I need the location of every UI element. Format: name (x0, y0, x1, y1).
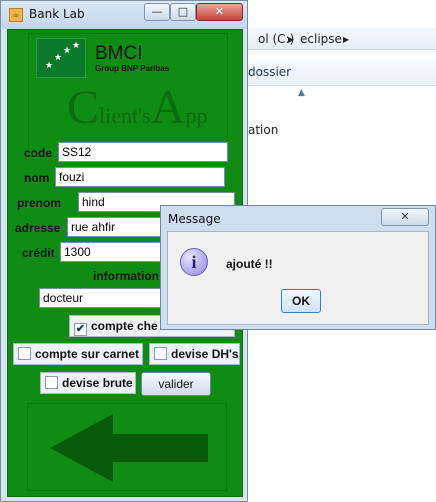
close-button[interactable]: ✕ (196, 3, 243, 21)
checkbox-checked-icon: ✔ (74, 323, 87, 336)
back-arrow-icon (50, 414, 208, 482)
checkbox-empty-icon (18, 347, 31, 360)
dialog-body: i ajouté !! OK (167, 231, 429, 325)
compte-carnet-checkbox[interactable]: compte sur carnet (13, 343, 143, 365)
code-field[interactable]: SS12 (58, 142, 228, 162)
code-label: code (24, 146, 53, 160)
app-title-watermark: Client'sApp (67, 81, 208, 134)
adresse-label: adresse (15, 221, 61, 235)
background-file-item[interactable]: ation (248, 123, 278, 137)
back-arrow-panel[interactable] (27, 403, 227, 491)
devise-brute-checkbox[interactable]: devise brute (40, 372, 136, 394)
devise-dh-label: devise DH's (171, 347, 239, 361)
info-icon: i (180, 248, 208, 276)
sort-chevron-icon[interactable]: ▲ (298, 88, 305, 98)
dialog-title: Message (168, 212, 221, 226)
bnp-stars-logo: ★ ★ ★ ★ (36, 38, 86, 78)
minimize-button[interactable]: — (144, 3, 170, 21)
dialog-close-button[interactable]: ✕ (381, 208, 429, 226)
background-address-bar[interactable]: ol (C:) ▸ eclipse ▸ (248, 28, 436, 50)
background-toolbar: dossier (248, 58, 436, 86)
information-label: information (93, 269, 159, 283)
title-bar[interactable]: ☕ Bank Lab — □ ✕ (1, 1, 247, 29)
maximize-button[interactable]: □ (170, 3, 196, 21)
devise-dh-checkbox[interactable]: devise DH's (149, 343, 240, 365)
dialog-message: ajouté !! (226, 257, 273, 271)
java-app-icon: ☕ (9, 8, 23, 22)
logo-panel: ★ ★ ★ ★ BMCI Group BNP Paribas Client'sA… (28, 33, 228, 157)
breadcrumb-separator-icon: ▸ (343, 32, 350, 46)
message-dialog: Message ✕ i ajouté !! OK (160, 205, 436, 330)
window-title: Bank Lab (29, 7, 85, 21)
brand-subtitle: Group BNP Paribas (95, 64, 170, 73)
credit-label: crédit (22, 246, 55, 260)
ok-button[interactable]: OK (281, 289, 321, 313)
checkbox-empty-icon (154, 347, 167, 360)
valider-button[interactable]: valider (141, 372, 211, 396)
brand-name: BMCI (95, 43, 143, 64)
prenom-label: prenom (17, 196, 62, 210)
nom-label: nom (24, 171, 50, 185)
devise-brute-label: devise brute (62, 376, 133, 390)
compte-cheque-label: compte che (91, 319, 158, 333)
checkbox-empty-icon (45, 376, 58, 389)
nom-field[interactable]: fouzi (55, 167, 225, 187)
breadcrumb-eclipse[interactable]: eclipse (300, 32, 342, 46)
new-folder-button[interactable]: dossier (248, 65, 291, 79)
compte-carnet-label: compte sur carnet (35, 347, 140, 361)
breadcrumb-separator-icon: ▸ (288, 32, 295, 46)
